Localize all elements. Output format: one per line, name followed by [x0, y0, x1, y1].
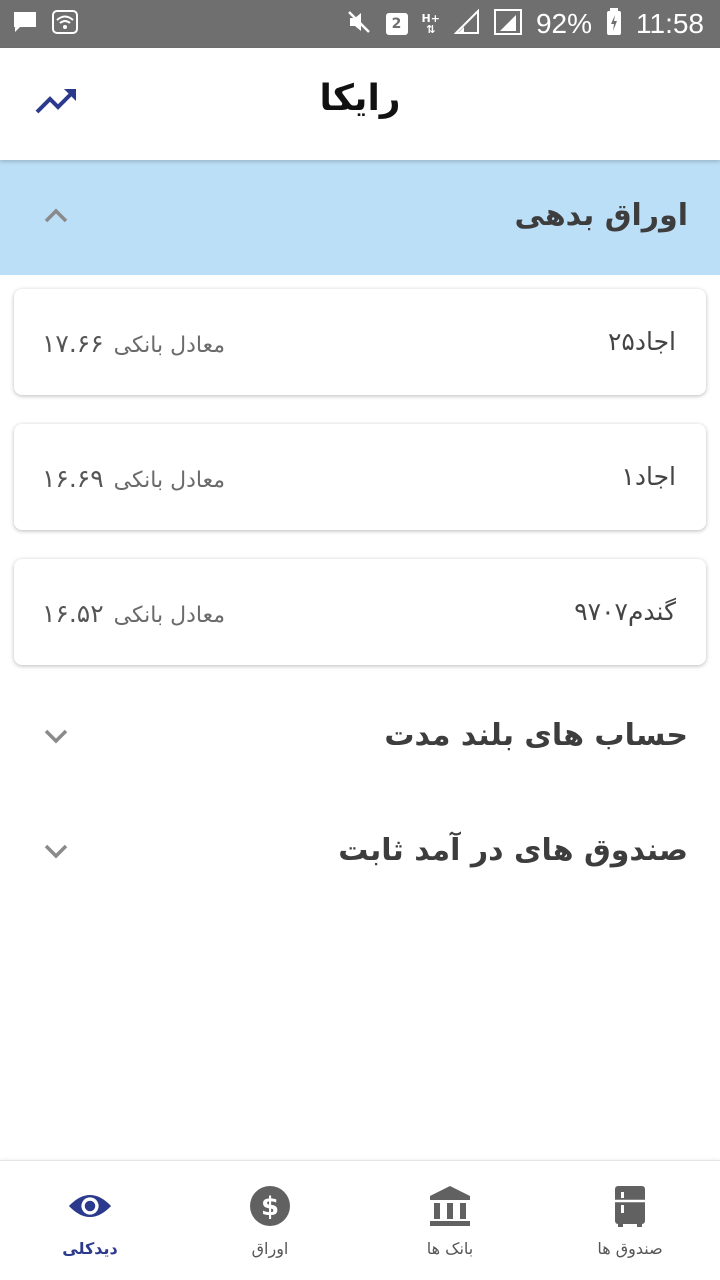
dollar-icon: $: [247, 1183, 293, 1229]
signal-icon: [453, 8, 480, 39]
bottom-navigation: صندوق ها بانک ها $ اوراق دیدکلی: [0, 1160, 720, 1280]
nav-item-funds[interactable]: صندوق ها: [540, 1161, 720, 1280]
clock: 11:58: [636, 8, 704, 39]
app-bar: رایکا: [0, 48, 720, 160]
nav-item-bonds[interactable]: $ اوراق: [180, 1161, 360, 1280]
svg-text:$: $: [261, 1192, 279, 1222]
section-header-long-term-accounts[interactable]: حساب های بلند مدت: [0, 680, 720, 792]
app-title: رایکا: [319, 78, 401, 119]
mute-icon: [346, 9, 372, 39]
bond-name: گندم۹۷۰۷: [574, 597, 676, 626]
bank-equivalent-label: معادل بانکی: [113, 603, 225, 628]
status-bar-right: 2 H+ ⇅ 92% 11:58: [346, 8, 704, 40]
section-title-fixed-income-funds: صندوق های در آمد ثابت: [338, 833, 688, 868]
bank-equivalent-value: ۱۷.۶۶: [42, 329, 104, 358]
battery-percent: 92%: [535, 8, 592, 39]
sim-icon: 2: [385, 13, 408, 35]
eye-icon: [67, 1183, 113, 1229]
chat-icon: [12, 10, 38, 38]
nav-label-bonds: اوراق: [251, 1239, 289, 1258]
bank-equivalent: معادل بانکی ۱۶.۶۹: [42, 464, 225, 493]
bank-equivalent: معادل بانکی ۱۷.۶۶: [42, 329, 225, 358]
status-bar: 2 H+ ⇅ 92% 11:58: [0, 0, 720, 48]
wifi-icon: [52, 10, 78, 38]
nav-label-funds: صندوق ها: [597, 1239, 663, 1258]
chevron-down-icon: [42, 726, 70, 746]
bank-icon: [427, 1183, 473, 1229]
fund-icon: [607, 1183, 653, 1229]
section-title-long-term-accounts: حساب های بلند مدت: [384, 718, 688, 753]
bond-name: اجاد۱: [621, 462, 676, 491]
signal-icon-2: [493, 9, 522, 39]
section-header-bonds[interactable]: اوراق بدهی: [0, 160, 720, 275]
status-bar-left: [12, 10, 78, 38]
section-title-bonds: اوراق بدهی: [514, 198, 689, 233]
bond-card[interactable]: اجاد۲۵ معادل بانکی ۱۷.۶۶: [14, 289, 706, 395]
battery-icon: [606, 8, 622, 40]
section-header-fixed-income-funds[interactable]: صندوق های در آمد ثابت: [0, 795, 720, 907]
nav-label-banks: بانک ها: [426, 1239, 474, 1258]
network-label: H+: [421, 12, 440, 25]
chevron-down-icon: [42, 841, 70, 861]
nav-label-overview: دیدکلی: [62, 1239, 118, 1258]
bank-equivalent-value: ۱۶.۵۲: [42, 599, 104, 628]
bank-equivalent-label: معادل بانکی: [113, 468, 225, 493]
bank-equivalent-value: ۱۶.۶۹: [42, 464, 104, 493]
nav-item-banks[interactable]: بانک ها: [360, 1161, 540, 1280]
bank-equivalent: معادل بانکی ۱۶.۵۲: [42, 599, 225, 628]
nav-item-overview[interactable]: دیدکلی: [0, 1161, 180, 1280]
bond-name: اجاد۲۵: [607, 327, 676, 356]
bond-card[interactable]: اجاد۱ معادل بانکی ۱۶.۶۹: [14, 424, 706, 530]
network-type: H+ ⇅: [421, 12, 440, 36]
bond-card[interactable]: گندم۹۷۰۷ معادل بانکی ۱۶.۵۲: [14, 559, 706, 665]
bank-equivalent-label: معادل بانکی: [113, 333, 225, 358]
chevron-up-icon: [42, 206, 70, 226]
